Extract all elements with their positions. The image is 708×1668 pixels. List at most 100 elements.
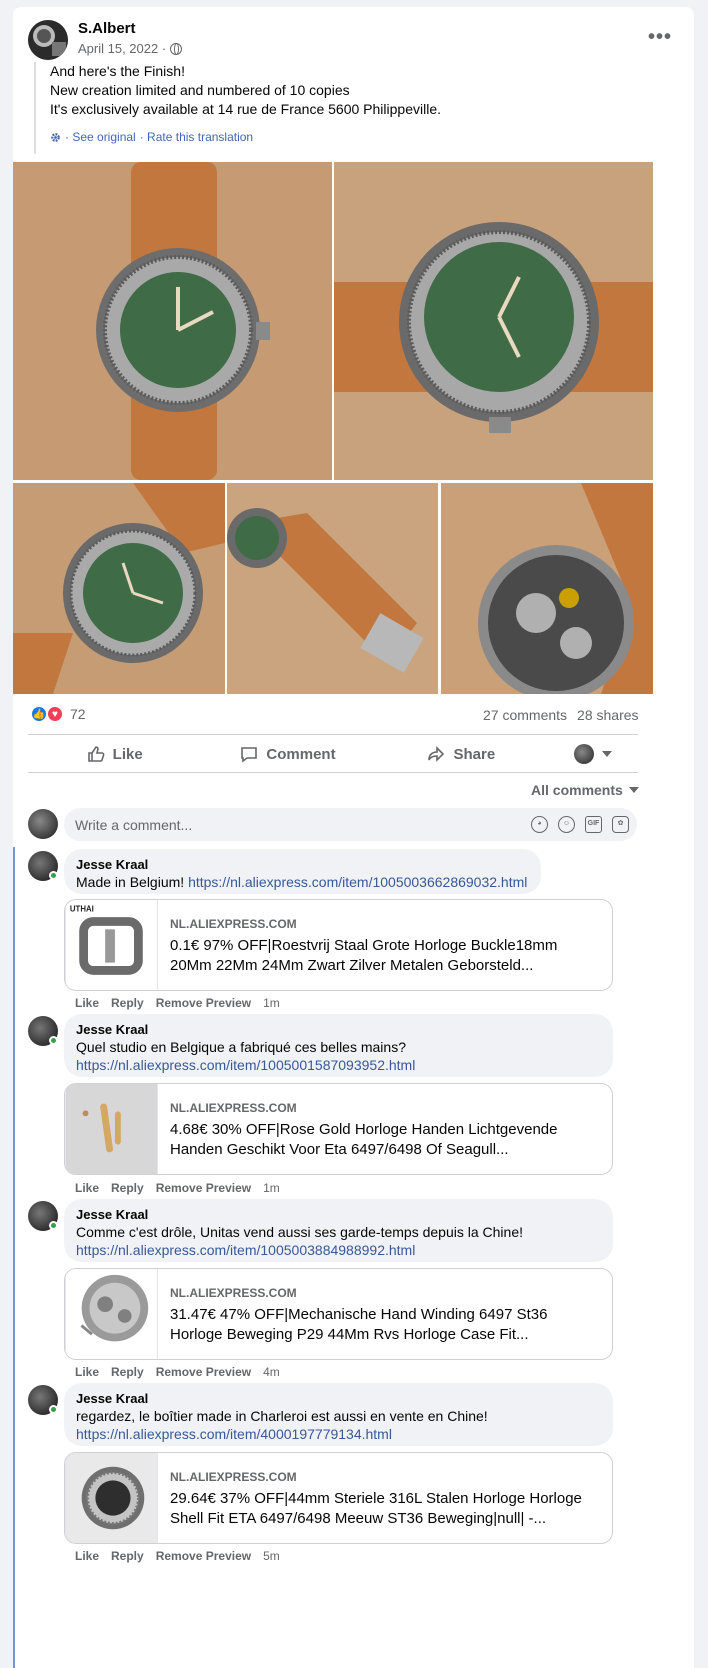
comment-reply-button[interactable]: Reply — [111, 1549, 144, 1563]
post-line-2: New creation limited and numbered of 10 … — [50, 82, 350, 98]
remove-preview-button[interactable]: Remove Preview — [156, 1549, 251, 1563]
share-as-selector[interactable] — [548, 736, 638, 772]
preview-domain: NL.ALIEXPRESS.COM — [170, 1101, 297, 1115]
love-reaction-icon: ♥ — [46, 705, 64, 723]
post-date[interactable]: April 15, 2022 · — [78, 41, 166, 56]
commenter-name[interactable]: Jesse Kraal — [76, 1207, 601, 1223]
comment-text: Quel studio en Belgique a fabriqué ces b… — [76, 1039, 406, 1055]
sticker-icon[interactable]: ✿ — [612, 816, 629, 833]
photo-watch-angle[interactable] — [334, 162, 653, 480]
comment-label: Comment — [266, 745, 336, 763]
more-icon[interactable]: ••• — [648, 26, 672, 49]
comment-time[interactable]: 5m — [263, 1549, 280, 1563]
comment-bubble: Jesse Kraal Made in Belgium! https://nl.… — [64, 849, 541, 894]
photo-watch-back[interactable] — [441, 483, 653, 694]
preview-domain: NL.ALIEXPRESS.COM — [170, 1470, 297, 1484]
comment-link[interactable]: https://nl.aliexpress.com/item/100500388… — [76, 1241, 601, 1259]
globe-icon — [170, 42, 183, 55]
share-button[interactable]: Share — [375, 736, 548, 772]
divider — [28, 772, 638, 773]
photo-watch-strap[interactable] — [227, 483, 438, 694]
thread-line — [13, 847, 15, 1668]
comment-icon — [241, 747, 258, 763]
comment-time[interactable]: 1m — [263, 1181, 280, 1195]
link-preview[interactable]: NL.ALIEXPRESS.COM 4.68€ 30% OFF|Rose Gol… — [64, 1083, 613, 1175]
link-preview[interactable]: UTHAI NL.ALIEXPRESS.COM 0.1€ 97% OFF|Roe… — [64, 899, 613, 991]
post-stats: 27 comments 28 shares — [483, 707, 639, 723]
divider — [28, 734, 638, 735]
comment-button[interactable]: Comment — [201, 736, 374, 772]
comment-text: regardez, le boîtier made in Charleroi e… — [76, 1408, 488, 1424]
author-name[interactable]: S.Albert — [78, 20, 136, 37]
comment-reply-button[interactable]: Reply — [111, 996, 144, 1010]
comment-like-button[interactable]: Like — [75, 1549, 99, 1563]
online-indicator — [49, 1405, 58, 1414]
comment-text: Made in Belgium! https://nl.aliexpress.c… — [76, 873, 529, 891]
remove-preview-button[interactable]: Remove Preview — [156, 1181, 251, 1195]
comment-body: Made in Belgium! — [76, 874, 189, 890]
reaction-count[interactable]: 72 — [70, 706, 86, 722]
chevron-down-icon — [628, 787, 639, 793]
preview-domain: NL.ALIEXPRESS.COM — [170, 1286, 297, 1300]
online-indicator — [49, 1221, 58, 1230]
author-avatar[interactable] — [28, 20, 68, 60]
thumb-brand: UTHAI — [70, 905, 94, 914]
comment-time[interactable]: 4m — [263, 1365, 280, 1379]
comments-filter[interactable]: All comments — [531, 782, 639, 798]
like-icon — [87, 746, 105, 762]
avatar[interactable] — [28, 809, 58, 839]
comment-reply-button[interactable]: Reply — [111, 1181, 144, 1195]
photo-watch-front[interactable] — [13, 162, 332, 480]
link-preview[interactable]: NL.ALIEXPRESS.COM 29.64€ 37% OFF|44mm St… — [64, 1452, 613, 1544]
commenter-name[interactable]: Jesse Kraal — [76, 1022, 601, 1038]
post-line-3: It's exclusively available at 14 rue de … — [50, 101, 442, 117]
commenter-name[interactable]: Jesse Kraal — [76, 1391, 601, 1407]
online-indicator — [49, 871, 58, 880]
like-button[interactable]: Like — [28, 736, 201, 772]
comment-bubble: Jesse Kraal Comme c'est drôle, Unitas ve… — [64, 1199, 613, 1262]
comment-link[interactable]: https://nl.aliexpress.com/item/400019777… — [76, 1425, 601, 1443]
comment-text: Comme c'est drôle, Unitas vend aussi ses… — [76, 1224, 523, 1240]
emoji-icon[interactable]: ☺ — [558, 816, 575, 833]
remove-preview-button[interactable]: Remove Preview — [156, 996, 251, 1010]
link-preview[interactable]: NL.ALIEXPRESS.COM 31.47€ 47% OFF|Mechani… — [64, 1268, 613, 1360]
see-original-link[interactable]: · See original — [65, 130, 136, 144]
reactions-summary[interactable]: 👍 ♥ 72 — [30, 705, 86, 723]
share-count[interactable]: 28 shares — [577, 707, 638, 723]
preview-title: 0.1€ 97% OFF|Roestvrij Staal Grote Horlo… — [170, 937, 558, 974]
comment-link[interactable]: https://nl.aliexpress.com/item/100500366… — [188, 874, 527, 890]
comments-filter-label: All comments — [531, 782, 623, 798]
rate-translation-link[interactable]: · Rate this translation — [140, 130, 253, 144]
comment-like-button[interactable]: Like — [75, 1181, 99, 1195]
avatar-sticker-icon[interactable]: ◕ — [531, 816, 548, 833]
comment-like-button[interactable]: Like — [75, 996, 99, 1010]
comment-input[interactable]: Write a comment... ◕ ☺ GIF ✿ — [64, 808, 637, 841]
preview-thumbnail: UTHAI — [65, 900, 158, 990]
comment-reply-button[interactable]: Reply — [111, 1365, 144, 1379]
comment-input-placeholder: Write a comment... — [75, 816, 193, 833]
online-indicator — [49, 1036, 58, 1045]
comment-time[interactable]: 1m — [263, 996, 280, 1010]
post-meta: April 15, 2022 · — [78, 41, 183, 56]
remove-preview-button[interactable]: Remove Preview — [156, 1365, 251, 1379]
post-line-1: And here's the Finish! — [50, 63, 185, 79]
photo-watch-left[interactable] — [13, 483, 225, 694]
preview-title: 4.68€ 30% OFF|Rose Gold Horloge Handen L… — [170, 1121, 558, 1158]
commenter-name[interactable]: Jesse Kraal — [76, 857, 529, 873]
comment-like-button[interactable]: Like — [75, 1365, 99, 1379]
comment-actions: Like Reply Remove Preview 4m — [75, 1365, 280, 1379]
translation-links: · See original · Rate this translation — [50, 130, 654, 144]
like-label: Like — [112, 745, 143, 763]
comment-link[interactable]: https://nl.aliexpress.com/item/100500158… — [76, 1056, 601, 1074]
preview-domain: NL.ALIEXPRESS.COM — [170, 917, 297, 931]
composer-tools: ◕ ☺ GIF ✿ — [531, 816, 629, 833]
preview-title: 29.64€ 37% OFF|44mm Steriele 316L Stalen… — [170, 1490, 582, 1527]
preview-thumbnail — [65, 1453, 158, 1543]
comment-actions: Like Reply Remove Preview 1m — [75, 996, 280, 1010]
comment-count[interactable]: 27 comments — [483, 707, 567, 723]
comment-actions: Like Reply Remove Preview 5m — [75, 1549, 280, 1563]
post-text: And here's the Finish! New creation limi… — [34, 62, 654, 154]
preview-thumbnail — [65, 1084, 158, 1174]
preview-title: 31.47€ 47% OFF|Mechanische Hand Winding … — [170, 1306, 548, 1343]
gif-icon[interactable]: GIF — [585, 816, 602, 833]
